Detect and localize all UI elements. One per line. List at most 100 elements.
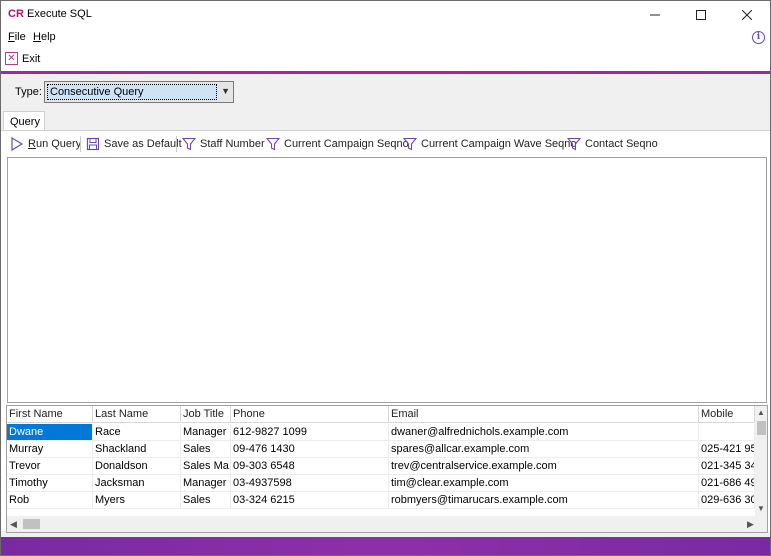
scroll-up-icon[interactable]: ▲ (757, 408, 765, 417)
status-bar (1, 537, 770, 555)
maximize-icon (696, 9, 706, 20)
vertical-scrollbar[interactable]: ▲ ▼ (755, 406, 767, 516)
cell-phone[interactable]: 03-324 6215 (231, 492, 389, 509)
scroll-left-icon[interactable]: ◀ (10, 519, 17, 530)
table-row[interactable]: Timothy Jacksman Manager 03-4937598 tim@… (7, 475, 755, 492)
cell-job-title[interactable]: Manager (181, 424, 231, 441)
cell-mobile[interactable]: 029-636 304 (699, 492, 755, 509)
cell-mobile[interactable] (699, 424, 755, 441)
table-row[interactable]: Dwane Race Manager 612-9827 1099 dwaner@… (7, 424, 755, 441)
cell-first-name[interactable]: Murray (7, 441, 93, 458)
cell-last-name[interactable]: Myers (93, 492, 181, 509)
cell-email[interactable]: tim@clear.example.com (389, 475, 699, 492)
exit-button[interactable]: ✕ Exit (5, 52, 40, 65)
cell-phone[interactable]: 09-303 6548 (231, 458, 389, 475)
cell-last-name[interactable]: Jacksman (93, 475, 181, 492)
minimize-icon (650, 14, 660, 15)
app-logo: CR (8, 8, 24, 20)
filter-label: Current Campaign Wave Seqno (421, 138, 577, 150)
filter-label: Current Campaign Seqno (284, 138, 409, 150)
filter-current-campaign-seqno-button[interactable]: Current Campaign Seqno (266, 135, 409, 153)
info-icon[interactable]: i (752, 31, 765, 44)
menu-file-label: ile (14, 31, 26, 43)
exit-label: Exit (22, 52, 41, 65)
tab-query[interactable]: Query (3, 111, 45, 131)
column-header-last-name[interactable]: Last Name (93, 406, 181, 423)
exit-icon: ✕ (5, 52, 18, 65)
menu-help-mnemonic: H (33, 31, 41, 43)
cell-first-name[interactable]: Dwane (7, 424, 93, 441)
cell-last-name[interactable]: Race (93, 424, 181, 441)
table-row[interactable]: Trevor Donaldson Sales Ma... 09-303 6548… (7, 458, 755, 475)
cell-email[interactable]: spares@allcar.example.com (389, 441, 699, 458)
cell-job-title[interactable]: Sales (181, 492, 231, 509)
column-header-job-title[interactable]: Job Title (181, 406, 231, 423)
cell-job-title[interactable]: Manager (181, 475, 231, 492)
filter-contact-seqno-button[interactable]: Contact Seqno (567, 135, 658, 153)
scroll-right-icon[interactable]: ▶ (747, 519, 754, 530)
maximize-button[interactable] (678, 1, 724, 28)
column-header-phone[interactable]: Phone (231, 406, 389, 423)
cell-email[interactable]: robmyers@timarucars.example.com (389, 492, 699, 509)
run-query-label: Run Query (28, 138, 82, 150)
table-row[interactable]: Rob Myers Sales 03-324 6215 robmyers@tim… (7, 492, 755, 509)
save-icon (86, 137, 100, 151)
filter-label: Contact Seqno (585, 138, 658, 150)
filter-icon (403, 137, 417, 151)
type-label: Type: (15, 86, 42, 98)
column-header-email[interactable]: Email (389, 406, 699, 423)
filter-label: Staff Number (200, 138, 265, 150)
close-button[interactable] (724, 1, 770, 28)
cell-first-name[interactable]: Timothy (7, 475, 93, 492)
cell-email[interactable]: trev@centralservice.example.com (389, 458, 699, 475)
scroll-down-icon[interactable]: ▼ (757, 504, 765, 513)
column-header-mobile[interactable]: Mobile (699, 406, 755, 423)
minimize-button[interactable] (632, 1, 678, 28)
query-toolbar: Run Query Save as Default Staff Number C… (1, 132, 770, 156)
results-grid: First Name Last Name Job Title Phone Ema… (6, 405, 768, 533)
cell-phone[interactable]: 612-9827 1099 (231, 424, 389, 441)
menu-help-label: elp (40, 31, 56, 43)
cell-job-title[interactable]: Sales (181, 441, 231, 458)
column-header-first-name[interactable]: First Name (7, 406, 93, 423)
cell-email[interactable]: dwaner@alfrednichols.example.com (389, 424, 699, 441)
play-icon (11, 137, 24, 151)
type-dropdown-value: Consecutive Query (47, 84, 217, 100)
cell-first-name[interactable]: Trevor (7, 458, 93, 475)
close-icon (742, 9, 752, 20)
sql-editor[interactable] (7, 157, 767, 403)
type-row: Type: Consecutive Query ▼ (1, 74, 770, 112)
cell-first-name[interactable]: Rob (7, 492, 93, 509)
title-bar: CR Execute SQL (1, 1, 770, 28)
type-dropdown[interactable]: Consecutive Query ▼ (44, 81, 234, 103)
save-as-default-label: Save as Default (104, 138, 182, 150)
horizontal-scroll-thumb[interactable] (23, 519, 40, 529)
filter-current-campaign-wave-seqno-button[interactable]: Current Campaign Wave Seqno (403, 135, 577, 153)
cell-mobile[interactable]: 021-345 344 (699, 458, 755, 475)
menu-bar: File Help i (1, 28, 770, 48)
save-as-default-button[interactable]: Save as Default (86, 135, 182, 153)
grid-header: First Name Last Name Job Title Phone Ema… (7, 406, 755, 423)
toolbar-separator (80, 136, 81, 152)
horizontal-scrollbar[interactable]: ◀ ▶ (7, 516, 767, 532)
filter-staff-number-button[interactable]: Staff Number (182, 135, 265, 153)
filter-icon (567, 137, 581, 151)
table-row[interactable]: Murray Shackland Sales 09-476 1430 spare… (7, 441, 755, 458)
menu-file-mnemonic: F (8, 31, 15, 43)
cell-job-title[interactable]: Sales Ma... (181, 458, 231, 475)
main-toolbar: ✕ Exit (1, 48, 770, 71)
menu-help[interactable]: Help (33, 31, 56, 43)
cell-mobile[interactable]: 025-421 954 (699, 441, 755, 458)
cell-last-name[interactable]: Donaldson (93, 458, 181, 475)
filter-icon (266, 137, 280, 151)
cell-phone[interactable]: 09-476 1430 (231, 441, 389, 458)
cell-mobile[interactable]: 021-686 495 (699, 475, 755, 492)
toolbar-separator (176, 136, 177, 152)
vertical-scroll-thumb[interactable] (757, 421, 766, 435)
window-title: Execute SQL (27, 8, 92, 20)
cell-phone[interactable]: 03-4937598 (231, 475, 389, 492)
menu-file[interactable]: File (8, 31, 26, 43)
run-query-button[interactable]: Run Query (10, 135, 81, 153)
execute-sql-window: CR Execute SQL File Help i ✕ Exit Type: … (0, 0, 771, 556)
cell-last-name[interactable]: Shackland (93, 441, 181, 458)
